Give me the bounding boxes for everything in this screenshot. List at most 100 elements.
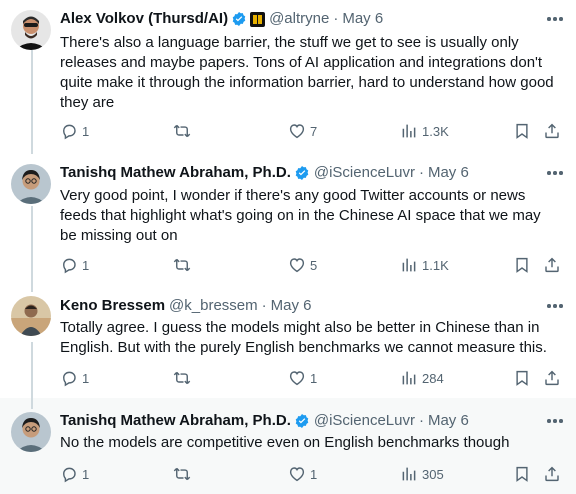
share-icon [545,123,559,139]
views-count: 284 [422,370,444,386]
tweet-header: Tanishq Mathew Abraham, Ph.D. @iScienceL… [60,163,469,183]
tweet-date[interactable]: May 6 [342,9,383,29]
tweet-header: Alex Volkov (Thursd/AI) @altryne · May 6 [60,9,383,29]
org-badge-icon [250,11,266,27]
bookmark-icon [516,257,528,273]
like-icon [289,467,305,482]
share-button[interactable] [543,464,561,484]
thread-line [31,342,33,398]
tweet-date[interactable]: May 6 [428,411,469,431]
tweet[interactable]: Tanishq Mathew Abraham, Ph.D. @iScienceL… [0,398,576,494]
reply-count: 1 [82,257,90,273]
bookmark-button[interactable] [513,464,531,484]
avatar[interactable] [11,164,51,204]
reply-count: 1 [82,370,90,386]
views-icon [402,124,416,138]
author-handle[interactable]: @iScienceLuvr [314,411,415,431]
author-handle[interactable]: @iScienceLuvr [314,163,415,183]
bookmark-button[interactable] [513,255,531,275]
reply-icon [63,467,76,483]
views-button[interactable]: 1.3K [400,121,449,141]
retweet-button[interactable] [173,255,195,275]
like-icon [289,371,305,386]
views-icon [402,467,416,481]
views-button[interactable]: 305 [400,464,444,484]
reply-button[interactable]: 1 [60,464,89,484]
views-icon [402,371,416,385]
tweet-header: Keno Bressem @k_bressem · May 6 [60,296,312,316]
views-button[interactable]: 284 [400,368,444,388]
views-count: 1.3K [422,123,449,139]
share-button[interactable] [543,255,561,275]
thread-line [31,148,33,154]
reply-icon [63,371,76,387]
bookmark-button[interactable] [513,368,531,388]
retweet-icon [173,371,191,385]
views-count: 305 [422,466,444,482]
thread-line [31,398,33,409]
author-name[interactable]: Alex Volkov (Thursd/AI) [60,9,228,29]
reply-count: 1 [82,466,90,482]
share-button[interactable] [543,368,561,388]
tweet-actions: 1 1 305 [60,464,576,484]
more-icon[interactable] [544,163,566,183]
tweet[interactable]: Keno Bressem @k_bressem · May 6 Totally … [0,280,576,398]
retweet-button[interactable] [173,464,195,484]
avatar[interactable] [11,412,51,452]
like-button[interactable]: 7 [288,121,317,141]
reply-count: 1 [82,123,90,139]
retweet-icon [173,467,191,481]
tweet-actions: 1 5 1.1K [60,255,576,275]
tweet-text: No the models are competitive even on En… [60,434,510,451]
bookmark-icon [516,370,528,386]
views-count: 1.1K [422,257,449,273]
retweet-icon [173,124,191,138]
thread-line [31,50,33,148]
bookmark-button[interactable] [513,121,531,141]
author-handle[interactable]: @altryne [269,9,329,29]
views-button[interactable]: 1.1K [400,255,449,275]
reply-button[interactable]: 1 [60,121,89,141]
like-count: 1 [310,466,318,482]
separator: · [418,164,424,181]
reply-button[interactable]: 1 [60,255,89,275]
like-count: 1 [310,370,318,386]
views-icon [402,258,416,272]
tweet[interactable]: Tanishq Mathew Abraham, Ph.D. @iScienceL… [0,148,576,280]
separator: · [333,10,339,27]
tweet-actions: 1 1 284 [60,368,576,388]
tweet[interactable]: Alex Volkov (Thursd/AI) @altryne · May 6… [0,0,576,148]
tweet-text: Totally agree. I guess the models might … [60,319,547,356]
verified-icon [294,165,310,181]
more-icon[interactable] [544,411,566,431]
retweet-button[interactable] [173,121,195,141]
like-button[interactable]: 1 [288,368,317,388]
avatar[interactable] [11,10,51,50]
like-button[interactable]: 5 [288,255,317,275]
retweet-icon [173,258,191,272]
tweet-date[interactable]: May 6 [428,163,469,183]
reply-button[interactable]: 1 [60,368,89,388]
author-name[interactable]: Tanishq Mathew Abraham, Ph.D. [60,163,291,183]
author-handle[interactable]: @k_bressem [169,296,258,316]
like-button[interactable]: 1 [288,464,317,484]
share-icon [545,370,559,386]
retweet-button[interactable] [173,368,195,388]
like-icon [289,124,305,139]
author-name[interactable]: Tanishq Mathew Abraham, Ph.D. [60,411,291,431]
reply-icon [63,258,76,274]
tweet-text: There's also a language barrier, the stu… [60,34,554,111]
more-icon[interactable] [544,296,566,316]
tweet-date[interactable]: May 6 [271,296,312,316]
like-count: 5 [310,257,318,273]
thread-line [31,280,33,292]
avatar[interactable] [11,296,51,336]
thread-line [31,206,33,280]
share-button[interactable] [543,121,561,141]
more-icon[interactable] [544,9,566,29]
reply-icon [63,124,76,140]
verified-icon [294,413,310,429]
share-icon [545,466,559,482]
separator: · [261,297,267,314]
author-name[interactable]: Keno Bressem [60,296,165,316]
